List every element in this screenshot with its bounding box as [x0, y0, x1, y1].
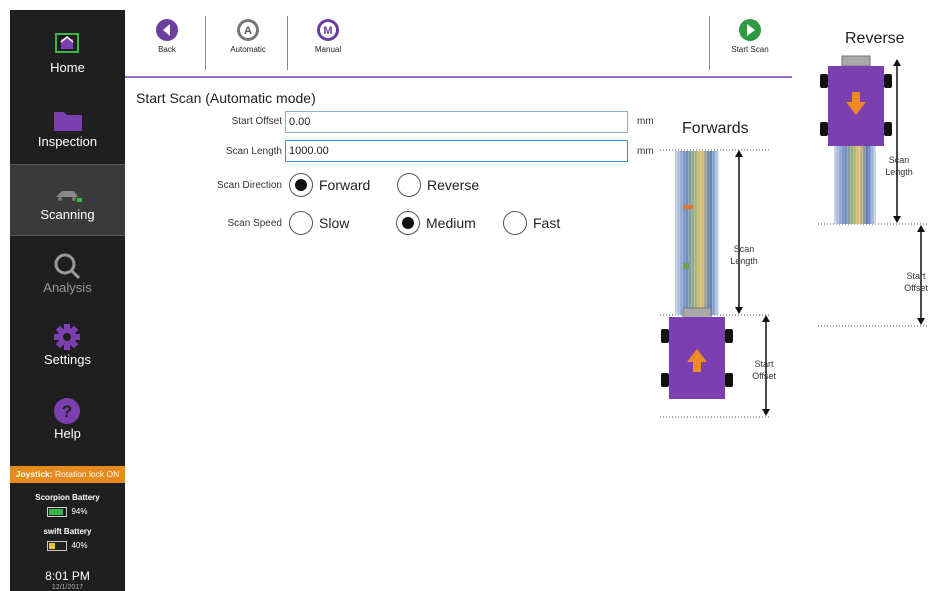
home-icon: [10, 30, 125, 60]
svg-text:?: ?: [62, 402, 72, 421]
manual-button[interactable]: M Manual: [293, 18, 363, 54]
battery-name: swift Battery: [43, 527, 92, 536]
speed-medium-radio[interactable]: Medium: [396, 211, 491, 237]
help-icon: ?: [10, 396, 125, 426]
scan-speed-label: Scan Speed: [227, 218, 283, 229]
reverse-scan-length-label: Scan Length: [885, 155, 913, 177]
reverse-diagram-title: Reverse: [845, 30, 905, 47]
toolbar-divider: [205, 16, 206, 70]
sidebar-item-help[interactable]: ? Help: [10, 384, 125, 454]
battery-icon: [47, 541, 68, 551]
radio-circle: [289, 173, 313, 197]
reverse-start-offset-label: Start Offset: [904, 271, 928, 293]
speed-slow-radio[interactable]: Slow: [289, 211, 364, 237]
sidebar-item-inspection[interactable]: Inspection: [10, 92, 125, 162]
scan-length-unit: mm: [637, 146, 654, 157]
start-offset-input[interactable]: [285, 111, 628, 133]
scan-length-label: Scan Length: [225, 146, 282, 157]
battery-level: [49, 509, 64, 515]
speed-fast-radio[interactable]: Fast: [503, 211, 578, 237]
battery-name: Scorpion Battery: [35, 493, 100, 502]
clock-time: 8:01 PM: [45, 569, 90, 583]
direction-forward-radio[interactable]: Forward: [289, 173, 384, 199]
svg-text:M: M: [323, 25, 332, 37]
forwards-diagram-title: Forwards: [682, 120, 749, 137]
svg-text:A: A: [244, 25, 252, 37]
reverse-diagram: [818, 55, 928, 327]
scan-direction-label: Scan Direction: [216, 180, 282, 191]
gear-icon: [10, 322, 125, 352]
scanner-icon: [10, 177, 125, 207]
sidebar-item-home[interactable]: Home: [10, 18, 125, 88]
radio-circle: [396, 211, 420, 235]
back-icon: [156, 19, 178, 41]
toolbar-divider: [709, 16, 710, 70]
battery-icon: [47, 507, 68, 517]
sidebar-item-scanning[interactable]: Scanning: [10, 164, 125, 236]
manual-icon: M: [317, 19, 339, 41]
clock-date: 12/1/2017: [51, 584, 84, 591]
start-offset-label: Start Offset: [231, 116, 282, 127]
scan-length-input[interactable]: [285, 140, 628, 162]
automatic-button[interactable]: A Automatic: [213, 18, 283, 54]
magnifier-icon: [10, 250, 125, 280]
battery-level: [49, 543, 56, 549]
back-button[interactable]: Back: [132, 18, 202, 54]
radio-selected-dot: [295, 179, 307, 191]
forwards-start-offset-label: Start Offset: [752, 359, 776, 381]
page-title: Start Scan (Automatic mode): [136, 90, 316, 106]
toolbar: Back A Automatic M Manual Start Scan: [125, 10, 792, 78]
sidebar-item-settings[interactable]: Settings: [10, 310, 125, 380]
battery-status: 40%: [10, 541, 125, 551]
sidebar-item-analysis[interactable]: Analysis: [10, 238, 125, 308]
play-icon: [739, 19, 761, 41]
radio-circle: [503, 211, 527, 235]
start-scan-button[interactable]: Start Scan: [715, 18, 785, 54]
radio-circle: [397, 173, 421, 197]
sidebar: Home Inspection Scanning Analysis Settin…: [10, 10, 125, 591]
radio-circle: [289, 211, 313, 235]
automatic-icon: A: [237, 19, 259, 41]
start-offset-unit: mm: [637, 116, 654, 127]
battery-status: 94%: [10, 507, 125, 517]
direction-reverse-radio[interactable]: Reverse: [397, 173, 492, 199]
joystick-status: Joystick: Rotation lock ON: [10, 466, 125, 483]
forwards-scan-length-label: Scan Length: [730, 244, 758, 266]
toolbar-divider: [287, 16, 288, 70]
folder-icon: [10, 104, 125, 134]
radio-selected-dot: [402, 217, 414, 229]
